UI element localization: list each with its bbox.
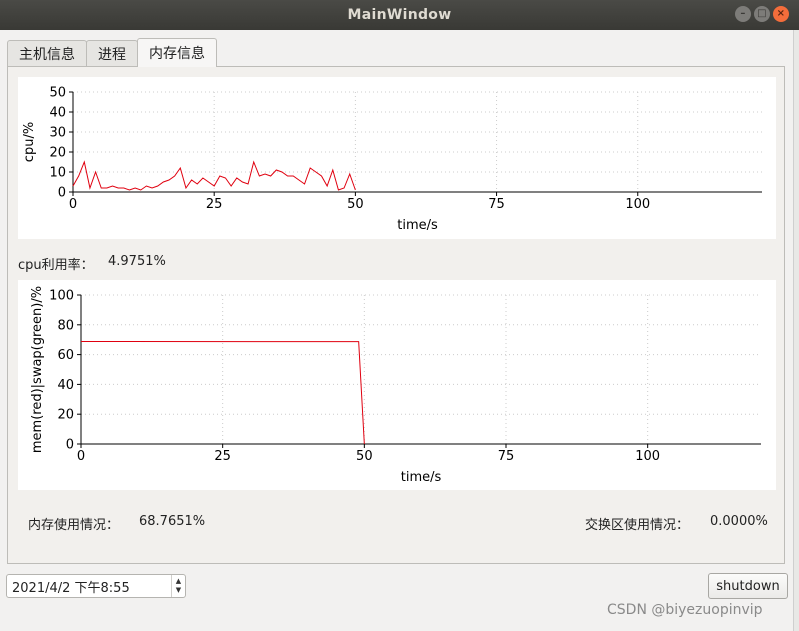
- swap-usage-value: 0.0000%: [710, 514, 768, 529]
- swap-usage-label: 交换区使用情况：: [585, 518, 690, 533]
- y-tick-label: 80: [57, 318, 74, 333]
- spin-up-icon[interactable]: ▲: [176, 577, 181, 586]
- y-tick-label: 10: [49, 166, 66, 181]
- cpu-usage-value: 4.9751%: [108, 254, 166, 269]
- x-tick-label: 50: [356, 449, 373, 464]
- x-tick-label: 100: [625, 197, 650, 212]
- x-tick-label: 25: [206, 197, 223, 212]
- tab-processes[interactable]: 进程: [86, 40, 138, 67]
- cpu-chart: 0 25 50 75 100 0 10 20 30 40 50 time/s cpu/%: [18, 77, 776, 239]
- y-tick-label: 20: [57, 408, 74, 423]
- shutdown-button[interactable]: shutdown: [708, 573, 788, 599]
- cpu-usage-label: cpu利用率：: [18, 258, 94, 273]
- datetime-value: 2021/4/2 下午8:55: [12, 580, 130, 596]
- memory-usage-label: 内存使用情况：: [28, 518, 120, 533]
- x-tick-label: 0: [77, 449, 85, 464]
- window-title: MainWindow: [347, 7, 452, 23]
- memory-chart-svg: 0 25 50 75 100 0 20 40 60 80 100 time/s mem(red)|swa…: [30, 286, 761, 485]
- series-line: [80, 340, 365, 445]
- datetime-edit[interactable]: 2021/4/2 下午8:55 ▲ ▼: [6, 574, 186, 598]
- minimize-button[interactable]: –: [735, 6, 751, 22]
- x-tick-label: 75: [488, 197, 505, 212]
- tab-label: 主机信息: [19, 47, 75, 63]
- window-titlebar: MainWindow – □ ×: [0, 0, 799, 30]
- memory-chart: 0 25 50 75 100 0 20 40 60 80 100 time/s mem(red)|swa…: [18, 280, 776, 490]
- y-axis-label: mem(red)|swap(green)/%: [30, 286, 45, 453]
- y-tick-label: 30: [49, 126, 66, 141]
- y-tick-label: 100: [49, 289, 74, 304]
- spin-down-icon[interactable]: ▼: [176, 586, 181, 595]
- tab-host-info[interactable]: 主机信息: [7, 40, 87, 67]
- shutdown-button-label: shutdown: [716, 578, 780, 594]
- y-tick-label: 40: [57, 378, 74, 393]
- x-tick-label: 100: [635, 449, 660, 464]
- background-window-edge: [793, 30, 799, 631]
- tab-label: 内存信息: [149, 46, 205, 62]
- y-tick-label: 50: [49, 86, 66, 101]
- window-controls: – □ ×: [735, 6, 789, 22]
- y-tick-label: 0: [66, 438, 74, 453]
- tab-panel: 0 25 50 75 100 0 10 20 30 40 50 time/s cpu/% cpu利用率：…: [7, 66, 785, 564]
- x-tick-label: 75: [498, 449, 515, 464]
- maximize-button[interactable]: □: [754, 6, 770, 22]
- y-tick-label: 20: [49, 146, 66, 161]
- y-tick-label: 60: [57, 348, 74, 363]
- memory-usage-value: 68.7651%: [139, 514, 206, 529]
- datetime-spinner[interactable]: ▲ ▼: [171, 575, 185, 597]
- tab-label: 进程: [98, 47, 126, 63]
- y-tick-label: 40: [49, 106, 66, 121]
- y-tick-label: 0: [58, 186, 66, 201]
- x-tick-label: 25: [214, 449, 231, 464]
- x-axis-label: time/s: [397, 218, 438, 233]
- watermark: CSDN @biyezuopinvip: [607, 602, 763, 618]
- x-tick-label: 0: [69, 197, 77, 212]
- cpu-chart-svg: 0 25 50 75 100 0 10 20 30 40 50 time/s cpu/%: [22, 86, 762, 233]
- close-button[interactable]: ×: [773, 6, 789, 22]
- tab-bar: 主机信息 进程 内存信息: [7, 38, 217, 67]
- x-axis-label: time/s: [401, 470, 442, 485]
- y-axis-label: cpu/%: [22, 122, 37, 162]
- tab-memory-info[interactable]: 内存信息: [137, 38, 217, 67]
- x-tick-label: 50: [347, 197, 364, 212]
